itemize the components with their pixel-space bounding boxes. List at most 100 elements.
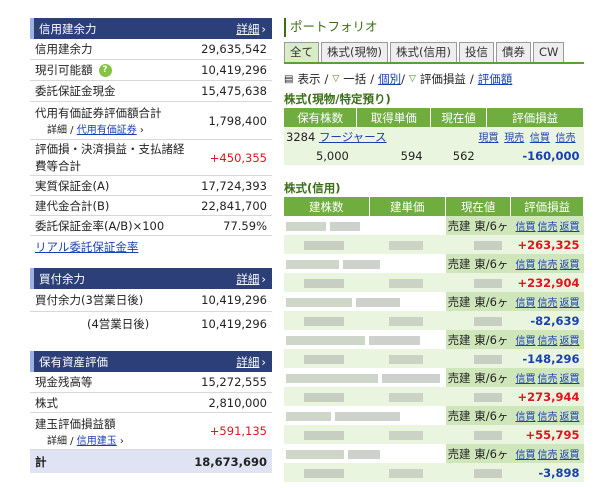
buy-label: 買付余力(3営業日後) (35, 293, 144, 307)
margin-sell-button[interactable]: 信売 (538, 222, 558, 233)
col-price: 現在値 (445, 197, 512, 216)
action-cell: 信買 信売 返買 (510, 216, 584, 235)
asset-label: 現金残高等 (35, 375, 93, 389)
margin-sell-button[interactable]: 信売 (538, 336, 558, 347)
margin-section-header: 信用建余力 詳細 (30, 18, 272, 39)
margin-table: 建株数 建単価 現在値 評価損益 売建 東/6ヶ 信買 信売 返買 +263,325 売… (284, 197, 584, 482)
buy-detail-link[interactable]: 詳細 (236, 271, 266, 287)
individual-option-link[interactable]: 個別 (378, 71, 401, 87)
margin-header-row: 建株数 建単価 現在値 評価損益 (284, 197, 584, 216)
stock-name-link[interactable]: フージャース (319, 130, 387, 144)
tab-all[interactable]: 全て (284, 42, 319, 62)
margin-buy-button[interactable]: 信買 (516, 412, 536, 423)
margin-sell-button[interactable]: 信売 (538, 450, 558, 461)
pl-value: -148,296 (522, 351, 580, 366)
bulk-option[interactable]: 一括 (343, 71, 366, 87)
redacted-name-cell (284, 216, 446, 235)
close-buy-button[interactable]: 返買 (560, 298, 580, 309)
asset-detail-link[interactable]: 詳細 (236, 354, 266, 370)
close-buy-button[interactable]: 返買 (560, 222, 580, 233)
redacted-name-cell (284, 254, 446, 273)
margin-buy-button[interactable]: 信買 (516, 374, 536, 385)
close-buy-button[interactable]: 返買 (560, 412, 580, 423)
redacted-cost (369, 311, 446, 330)
tab-cw[interactable]: CW (532, 42, 565, 62)
margin-buy-button[interactable]: 信買 (516, 222, 536, 233)
margin-label: 代用有価証券評価額合計 (35, 106, 162, 120)
valuation-option-link[interactable]: 評価額 (478, 71, 513, 87)
cash-row-values: 5,000 594 562 -160,000 (284, 146, 584, 165)
position-market: 東/6ヶ (474, 294, 509, 309)
col-shares: 建株数 (284, 197, 370, 216)
close-buy-button[interactable]: 返買 (560, 450, 580, 461)
realtime-margin-rate-link[interactable]: リアル委託保証金率 (35, 240, 138, 254)
tab-bond[interactable]: 債券 (495, 42, 531, 62)
redacted-name-cell (284, 406, 446, 425)
position-type-cell: 売建 東/6ヶ (445, 406, 511, 425)
margin-sell-button[interactable]: 信売 (538, 298, 558, 309)
margin-buy-button[interactable]: 信買 (516, 298, 536, 309)
margin-sell-button[interactable]: 信売 (538, 412, 558, 423)
asset-label-block: 建玉評価損益額 詳細 / 信用建玉 › (35, 416, 124, 447)
margin-heading: 株式(信用) (284, 181, 341, 195)
col-pl: 評価損益 (510, 197, 584, 216)
close-buy-button[interactable]: 返買 (560, 374, 580, 385)
position-type-cell: 売建 東/6ヶ (445, 254, 511, 273)
chevron-right-icon: › (136, 125, 144, 136)
pl-option[interactable]: 評価損益 (420, 71, 466, 87)
buy-section-title: 買付余力 (39, 271, 85, 286)
redacted-name-cell (284, 292, 446, 311)
buy-value: 10,419,296 (201, 316, 267, 331)
pl-value: -160,000 (522, 148, 580, 163)
margin-buy-button[interactable]: 信買 (516, 450, 536, 461)
redacted-shares (284, 349, 369, 368)
cash-buy-button[interactable]: 現買 (479, 133, 499, 144)
close-buy-button[interactable]: 返買 (560, 336, 580, 347)
redacted-name-cell (284, 368, 446, 387)
help-icon[interactable]: ? (98, 64, 112, 77)
tab-fund[interactable]: 投信 (458, 42, 494, 62)
margin-detail-link[interactable]: 詳細 (236, 21, 266, 37)
col-price: 現在値 (430, 108, 488, 127)
position-market: 東/6ヶ (474, 218, 509, 233)
margin-values-row: +263,325 (284, 235, 584, 254)
margin-positions-link[interactable]: 信用建玉 (77, 436, 117, 447)
margin-buy-button[interactable]: 信買 (530, 133, 550, 144)
margin-buy-button[interactable]: 信買 (516, 260, 536, 271)
margin-sell-button[interactable]: 信売 (556, 133, 576, 144)
margin-value: 17,724,393 (201, 178, 267, 193)
margin-row-2: 委託保証金現金 15,475,638 (30, 81, 272, 102)
redacted-price (446, 349, 511, 368)
action-cell: 信買 信売 返買 (510, 406, 584, 425)
separator: / (370, 72, 375, 86)
asset-value: 2,810,000 (208, 395, 267, 410)
col-shares: 保有株数 (284, 108, 358, 127)
price-value: 562 (452, 148, 475, 163)
margin-sell-button[interactable]: 信売 (538, 260, 558, 271)
margin-label: 信用建余力 (35, 42, 93, 56)
margin-values-row: -82,639 (284, 311, 584, 330)
margin-sell-button[interactable]: 信売 (538, 374, 558, 385)
position-market: 東/6ヶ (474, 370, 509, 385)
buy-value: 10,419,296 (201, 293, 267, 307)
tab-stock-cash[interactable]: 株式(現物) (321, 42, 388, 62)
left-panel: 信用建余力 詳細 信用建余力 29,635,542 現引可能額? 10,419,… (30, 18, 272, 473)
redacted-cost (369, 425, 446, 444)
margin-row-1: 現引可能額? 10,419,296 (30, 60, 272, 81)
collateral-securities-link[interactable]: 代用有価証券 (77, 125, 137, 136)
margin-values-row: -3,898 (284, 463, 584, 482)
position-type-cell: 売建 東/6ヶ (445, 330, 511, 349)
close-buy-button[interactable]: 返買 (560, 260, 580, 271)
margin-buy-button[interactable]: 信買 (516, 336, 536, 347)
cash-sell-button[interactable]: 現売 (504, 133, 524, 144)
margin-label: 委託保証金率(A/B)×100 (35, 218, 165, 233)
position-type-cell: 売建 東/6ヶ (445, 292, 511, 311)
asset-section-header: 保有資産評価 詳細 (30, 351, 272, 372)
buy-label: (4営業日後) (87, 316, 150, 331)
position-type: 売建 (447, 446, 471, 461)
tab-stock-margin[interactable]: 株式(信用) (389, 42, 457, 62)
margin-values-row: -148,296 (284, 349, 584, 368)
redacted-name-cell (284, 330, 446, 349)
margin-row-5: 実質保証金(A) 17,724,393 (30, 176, 272, 196)
redacted-cost (369, 273, 446, 292)
